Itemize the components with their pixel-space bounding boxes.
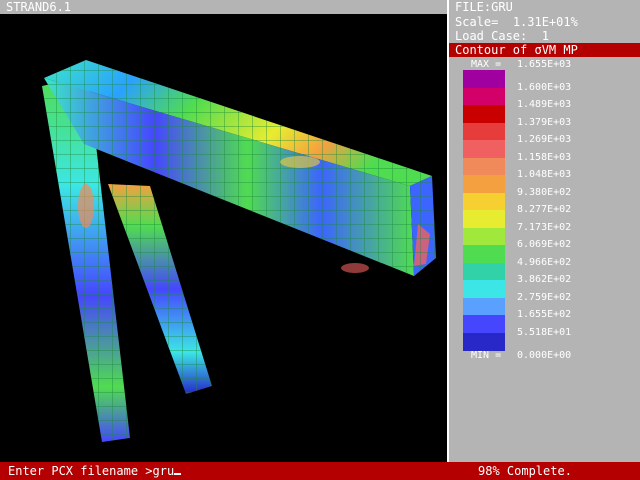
window-title: STRAND6.1 xyxy=(6,0,72,14)
legend-value-label: 4.966E+02 xyxy=(517,256,572,268)
window-title-bar: STRAND6.1 xyxy=(0,0,447,14)
legend-value-label: 5.518E+01 xyxy=(517,326,572,338)
status-bar: Enter PCX filename >gru 98% Complete. xyxy=(0,462,640,480)
legend-value-label: 9.380E+02 xyxy=(517,186,572,198)
legend-value-label: 1.379E+03 xyxy=(517,116,572,128)
legend-value-label: 1.048E+03 xyxy=(517,169,572,180)
legend-value-label: 8.277E+02 xyxy=(517,204,572,215)
legend-value-label: 1.158E+03 xyxy=(517,151,572,163)
model-viewport[interactable] xyxy=(0,14,447,462)
legend-min-tag: MIN = xyxy=(471,350,502,361)
legend-value-label: 6.069E+02 xyxy=(517,239,572,250)
progress-status: 98% Complete. xyxy=(478,464,572,478)
legend-value-label: 1.269E+03 xyxy=(517,134,572,145)
legend-value-label: 1.489E+03 xyxy=(517,99,572,110)
legend-labels: 1.600E+03 1.489E+03 1.379E+03 1.269E+03 1.15… xyxy=(449,0,640,462)
legend-value-label: 1.655E+02 xyxy=(517,309,572,320)
legend-value-label: 3.862E+02 xyxy=(517,274,572,285)
command-prompt-text: Enter PCX filename >gru xyxy=(8,464,175,478)
command-prompt[interactable]: Enter PCX filename >gru xyxy=(8,462,182,480)
info-panel: FILE:GRU Scale= 1.31E+01% Load Case: 1 C… xyxy=(449,0,640,462)
legend-value-label: 7.173E+02 xyxy=(517,221,572,233)
text-cursor xyxy=(174,473,182,475)
legend-value-label: 1.600E+03 xyxy=(517,81,572,93)
legend-min-value: 0.000E+00 xyxy=(517,350,572,361)
stress-contour-model xyxy=(42,60,436,442)
legend-value-label: 2.759E+02 xyxy=(517,291,572,303)
